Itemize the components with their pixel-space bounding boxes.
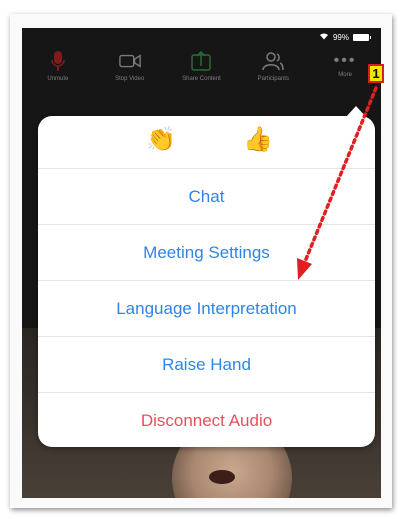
stop-video-button[interactable]: Stop Video — [100, 50, 160, 82]
microphone-icon — [47, 50, 69, 72]
disconnect-audio-menu-item[interactable]: Disconnect Audio — [38, 392, 375, 448]
thumbs-up-icon[interactable]: 👍 — [243, 126, 273, 154]
status-bar: 99% — [319, 32, 371, 42]
unmute-label: Unmute — [47, 76, 69, 82]
share-screen-icon — [190, 50, 212, 72]
participants-icon — [262, 50, 285, 72]
video-camera-icon — [118, 50, 141, 72]
more-label: More — [338, 72, 352, 78]
step-number-badge: 1 — [368, 64, 384, 83]
more-dots-icon: ••• — [333, 52, 357, 69]
participants-button[interactable]: Participants — [243, 50, 303, 82]
share-content-button[interactable]: Share Content — [171, 50, 231, 82]
battery-icon — [353, 33, 371, 41]
share-content-label: Share Content — [182, 76, 221, 82]
chat-menu-item[interactable]: Chat — [38, 168, 375, 224]
wifi-icon — [319, 32, 329, 42]
reactions-row: 👏 👍 — [38, 116, 375, 168]
unmute-button[interactable]: Unmute — [28, 50, 88, 82]
language-interpretation-menu-item[interactable]: Language Interpretation — [38, 280, 375, 336]
meeting-settings-menu-item[interactable]: Meeting Settings — [38, 224, 375, 280]
clap-icon[interactable]: 👏 — [146, 126, 176, 154]
more-button[interactable]: ••• More — [315, 50, 375, 79]
participant-mouth — [209, 470, 235, 484]
more-menu-popup: 👏 👍 Chat Meeting Settings Language Inter… — [38, 106, 375, 448]
meeting-toolbar: Unmute Stop Video Share Content Particip… — [22, 46, 381, 98]
participants-label: Participants — [257, 76, 289, 82]
raise-hand-menu-item[interactable]: Raise Hand — [38, 336, 375, 392]
stop-video-label: Stop Video — [115, 76, 145, 82]
battery-percent: 99% — [332, 32, 349, 42]
